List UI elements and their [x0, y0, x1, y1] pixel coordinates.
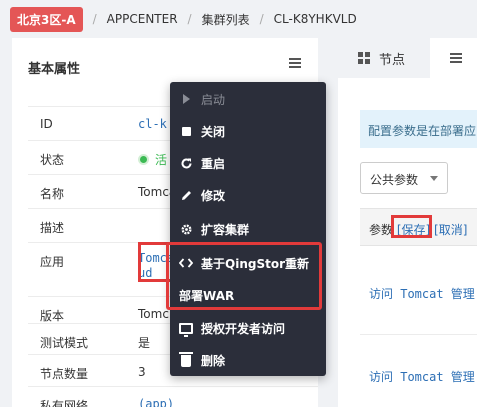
header-label: 参数 — [369, 223, 394, 237]
breadcrumb-separator: / — [259, 12, 264, 26]
menu-item-stop[interactable]: 关闭 — [170, 116, 326, 146]
property-key: 私有网络 — [40, 399, 89, 407]
restart-icon — [179, 156, 193, 170]
hamburger-icon[interactable] — [289, 58, 301, 68]
tab-label: 节点 — [379, 52, 406, 68]
menu-item-label: 删除 — [201, 353, 226, 368]
table-row[interactable]: 访问 Tomcat 管理 — [369, 368, 475, 385]
property-key: 版本 — [40, 309, 65, 323]
property-key: 描述 — [40, 221, 65, 235]
breadcrumb-separator: / — [187, 12, 192, 26]
menu-item-label: 启动 — [201, 92, 226, 107]
menu-item-label: 关闭 — [201, 124, 226, 139]
trash-icon — [179, 352, 193, 367]
property-value: Tomc — [138, 307, 169, 321]
tab-config[interactable] — [430, 38, 477, 78]
param-type-select[interactable]: 公共参数 — [360, 162, 448, 194]
gear-icon — [179, 222, 193, 236]
cluster-action-menu: 启动 关闭 重启 修改 扩容集群 基于QingStor重新 部署WAR 授权开发… — [170, 82, 326, 376]
property-key: 状态 — [40, 153, 65, 167]
property-key: 节点数量 — [40, 367, 89, 381]
cancel-link[interactable]: [取消] — [434, 223, 467, 237]
menu-item-label: 修改 — [201, 188, 226, 203]
property-value: cl-k — [138, 117, 167, 131]
grid-icon — [358, 52, 370, 64]
breadcrumb: 北京3区-A / APPCENTER / 集群列表 / CL-K8YHKVLD — [0, 0, 477, 38]
tab-bar: 节点 — [338, 38, 477, 78]
breadcrumb-cluster-id: CL-K8YHKVLD — [273, 12, 357, 26]
monitor-icon — [179, 321, 193, 337]
table-row[interactable]: 访问 Tomcat 管理 — [369, 285, 475, 302]
row-divider — [360, 334, 477, 335]
breadcrumb-separator: / — [92, 12, 97, 26]
status-text: 活 — [155, 153, 168, 167]
property-value-vpc-link[interactable]: (app) — [138, 397, 174, 407]
property-value: 是 — [138, 336, 151, 350]
property-value: 3 — [138, 365, 146, 379]
region-badge[interactable]: 北京3区-A — [10, 6, 83, 32]
info-banner: 配置参数是在部署应 — [360, 110, 477, 148]
redeploy-highlight-box — [166, 242, 322, 310]
select-value: 公共参数 — [370, 173, 419, 187]
property-row-vpc: 私有网络 (app) — [28, 386, 318, 407]
property-key: 测试模式 — [40, 336, 89, 350]
menu-item-label: 重启 — [201, 156, 226, 171]
status-active-icon — [138, 154, 149, 165]
property-key: 应用 — [40, 255, 65, 269]
panel-title: 基本属性 — [28, 62, 81, 77]
property-value: 活 — [138, 151, 167, 168]
menu-item-scale[interactable]: 扩容集群 — [170, 214, 326, 244]
property-key: 名称 — [40, 187, 65, 201]
property-key: ID — [40, 117, 53, 131]
menu-item-label: 扩容集群 — [201, 222, 250, 237]
menu-item-restart[interactable]: 重启 — [170, 148, 326, 178]
menu-item-delete[interactable]: 删除 — [170, 345, 326, 375]
breadcrumb-cluster-list[interactable]: 集群列表 — [202, 11, 250, 28]
menu-item-modify[interactable]: 修改 — [170, 180, 326, 210]
list-icon — [450, 53, 462, 63]
config-panel: 配置参数是在部署应 公共参数 参数 [保存] [取消] 访问 Tomcat 管理… — [338, 78, 477, 407]
pencil-icon — [179, 188, 193, 202]
play-icon — [179, 92, 193, 106]
breadcrumb-appcenter[interactable]: APPCENTER — [107, 12, 178, 26]
tab-nodes[interactable]: 节点 — [338, 38, 430, 78]
stop-icon — [179, 124, 193, 138]
menu-item-label: 授权开发者访问 — [201, 321, 286, 336]
chevron-down-icon — [430, 176, 438, 181]
save-highlight-box — [391, 215, 432, 238]
menu-item-grant-dev-access[interactable]: 授权开发者访问 — [170, 313, 326, 343]
menu-item-start[interactable]: 启动 — [170, 84, 326, 114]
